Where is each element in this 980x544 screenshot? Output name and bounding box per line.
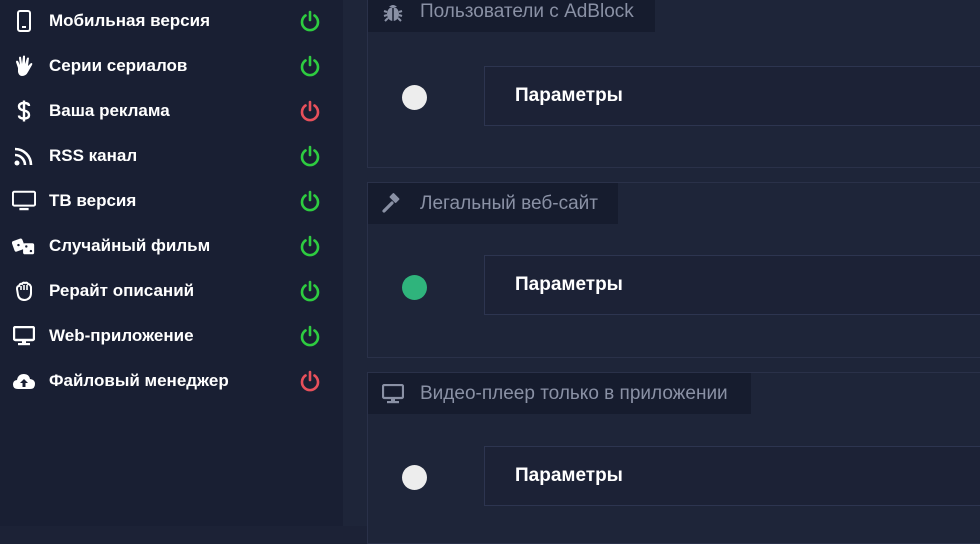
power-icon[interactable] xyxy=(298,189,322,213)
parameters-button[interactable]: Параметры xyxy=(484,66,980,126)
sidebar-item-tv[interactable]: ТВ версия xyxy=(0,189,343,234)
sidebar-item-web-app[interactable]: Web-приложение xyxy=(0,324,343,369)
power-icon[interactable] xyxy=(298,279,322,303)
sidebar-item-label: RSS канал xyxy=(49,146,138,165)
desktop-icon xyxy=(382,383,404,405)
parameters-button[interactable]: Параметры xyxy=(484,446,980,506)
bug-icon xyxy=(382,1,404,23)
sidebar-item-label: Ваша реклама xyxy=(49,101,170,120)
sidebar-item-label: Web-приложение xyxy=(49,326,194,345)
parameters-button[interactable]: Параметры xyxy=(484,255,980,315)
gavel-icon xyxy=(382,192,404,215)
power-icon[interactable] xyxy=(298,54,322,78)
sidebar: Мобильная версия Серии сериалов Ваша рек… xyxy=(0,0,343,526)
power-icon[interactable] xyxy=(298,369,322,393)
module-card-app-only-player: Видео-плеер только в приложении Параметр… xyxy=(367,372,980,544)
sidebar-item-label: Рерайт описаний xyxy=(49,281,195,300)
power-icon[interactable] xyxy=(298,324,322,348)
dice-icon xyxy=(12,234,36,258)
sidebar-item-episodes[interactable]: Серии сериалов xyxy=(0,54,343,99)
hand-paper-icon xyxy=(12,279,36,303)
module-card-legal-website: Легальный веб-сайт Параметры xyxy=(367,182,980,358)
sidebar-item-label: Мобильная версия xyxy=(49,11,211,30)
sidebar-item-label: Случайный фильм xyxy=(49,236,211,255)
power-icon[interactable] xyxy=(298,234,322,258)
sidebar-item-rewrite[interactable]: Рерайт описаний xyxy=(0,279,343,324)
dollar-icon xyxy=(12,99,36,123)
module-title: Легальный веб-сайт xyxy=(420,192,598,214)
sidebar-item-label: Серии сериалов xyxy=(49,56,188,75)
cloud-upload-icon xyxy=(12,369,36,393)
module-title: Пользователи с AdBlock xyxy=(420,0,634,22)
module-card-header: Пользователи с AdBlock xyxy=(368,0,655,32)
rss-icon xyxy=(12,144,36,168)
power-icon[interactable] xyxy=(298,9,322,33)
main-content: Пользователи с AdBlock Параметры Легальн… xyxy=(343,0,980,544)
power-icon[interactable] xyxy=(298,144,322,168)
hand-icon xyxy=(12,54,36,78)
sidebar-item-label: ТВ версия xyxy=(49,191,137,210)
power-icon[interactable] xyxy=(298,99,322,123)
desktop-icon xyxy=(12,324,36,348)
module-card-adblock: Пользователи с AdBlock Параметры xyxy=(367,0,980,168)
sidebar-item-file-manager[interactable]: Файловый менеджер xyxy=(0,369,343,414)
module-card-header: Легальный веб-сайт xyxy=(368,183,618,224)
sidebar-item-mobile-version[interactable]: Мобильная версия xyxy=(0,9,343,54)
sidebar-item-your-ads[interactable]: Ваша реклама xyxy=(0,99,343,144)
tv-icon xyxy=(12,189,36,213)
sidebar-item-label: Файловый менеджер xyxy=(49,371,229,390)
sidebar-item-random-movie[interactable]: Случайный фильм xyxy=(0,234,343,279)
module-title: Видео-плеер только в приложении xyxy=(420,382,728,404)
module-toggle[interactable] xyxy=(402,275,427,300)
module-card-header: Видео-плеер только в приложении xyxy=(368,373,751,414)
mobile-phone-icon xyxy=(12,9,36,33)
module-toggle[interactable] xyxy=(402,85,427,110)
module-toggle[interactable] xyxy=(402,465,427,490)
sidebar-item-rss[interactable]: RSS канал xyxy=(0,144,343,189)
